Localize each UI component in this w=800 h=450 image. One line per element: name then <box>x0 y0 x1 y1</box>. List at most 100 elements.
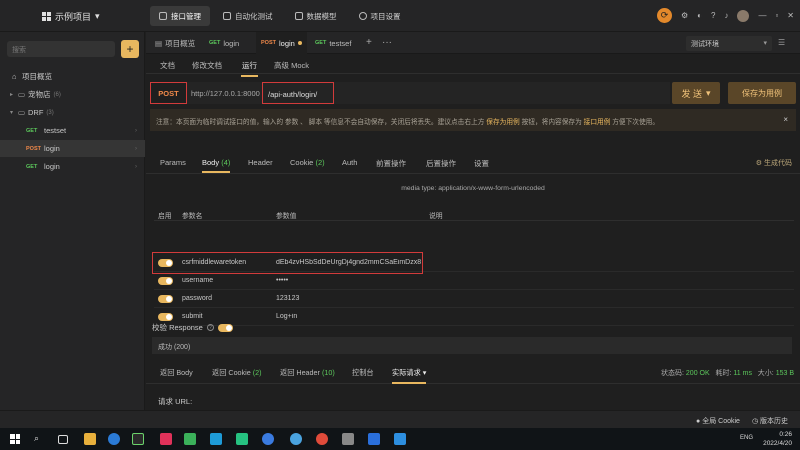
param-value[interactable]: 123123 <box>276 295 421 302</box>
generate-code-button[interactable]: ⚙ 生成代码 <box>756 158 792 168</box>
param-name[interactable]: csrfmiddlewaretoken <box>182 259 246 266</box>
enable-toggle[interactable] <box>158 277 173 285</box>
task-view-icon[interactable] <box>58 435 68 444</box>
enable-toggle[interactable] <box>158 313 173 321</box>
chevron-down-icon: ▾ <box>95 11 100 21</box>
tab-post-ops[interactable]: 后置操作 <box>426 158 456 169</box>
tab-cookie[interactable]: Cookie (2) <box>290 158 325 167</box>
sidebar-api-get-login[interactable]: GET login › <box>0 158 145 175</box>
tab-post-login[interactable]: POST login <box>256 32 307 54</box>
notification-bell-icon[interactable]: ♪ <box>724 11 728 20</box>
tab-response-cookie[interactable]: 返回 Cookie (2) <box>212 368 262 378</box>
env-menu-icon[interactable]: ☰ <box>778 38 785 47</box>
nav-project-settings[interactable]: 项目设置 <box>350 6 410 26</box>
enable-toggle[interactable] <box>158 259 173 267</box>
tab-get-login[interactable]: GET login <box>204 32 244 54</box>
param-name[interactable]: password <box>182 295 212 302</box>
maximize-icon[interactable]: ▫ <box>775 11 778 20</box>
app-icon[interactable] <box>342 433 354 445</box>
app-icon[interactable] <box>368 433 380 445</box>
tab-auth[interactable]: Auth <box>342 158 357 167</box>
subtab-run[interactable]: 运行 <box>241 60 258 77</box>
history-icon: ◷ <box>751 418 759 425</box>
sidebar-search-input[interactable]: 搜索 <box>7 41 115 57</box>
param-value[interactable]: ••••• <box>276 277 421 284</box>
url-input[interactable]: http://127.0.0.1:8000 /api-auth/login/ <box>187 82 670 104</box>
param-name[interactable]: username <box>182 277 213 284</box>
close-icon[interactable]: ✕ <box>787 11 794 20</box>
help-icon[interactable]: ? <box>711 11 715 20</box>
language-indicator[interactable]: ENG <box>740 435 753 441</box>
minimize-icon[interactable]: — <box>758 11 766 20</box>
pycharm-icon[interactable] <box>184 433 196 445</box>
more-tabs-icon[interactable]: ··· <box>382 37 392 48</box>
settings-gear-icon[interactable]: ⚙ <box>681 11 688 20</box>
nav-api-management[interactable]: 接口管理 <box>150 6 210 26</box>
system-clock[interactable]: 0:26 2022/4/20 <box>763 430 792 448</box>
url-path[interactable]: /api-auth/login/ <box>262 82 334 104</box>
tab-params[interactable]: Params <box>160 158 186 167</box>
app-icon[interactable] <box>210 433 222 445</box>
sidebar-item-overview[interactable]: ⌂ 项目概览 <box>0 68 145 85</box>
environment-select[interactable]: 测试环境 ▾ <box>686 36 772 51</box>
sync-icon[interactable]: ⟳ <box>656 8 672 23</box>
tab-pre-ops[interactable]: 前置操作 <box>376 158 406 169</box>
add-button[interactable]: + <box>121 40 139 58</box>
sidebar-folder-drf[interactable]: ▾ ▭ DRF (3) <box>0 104 145 121</box>
tab-get-testsef[interactable]: GET testsef <box>310 32 356 54</box>
search-icon[interactable]: ⌕ <box>34 433 46 445</box>
sidebar-folder-petstore[interactable]: ▸ ▭ 宠物店 (6) <box>0 86 145 103</box>
enable-toggle[interactable] <box>158 295 173 303</box>
sidebar-api-get-testset[interactable]: GET testset › <box>0 122 145 139</box>
project-selector[interactable]: 示例项目 ▾ <box>42 10 100 23</box>
tab-project-overview[interactable]: ▤ 项目概览 <box>150 32 200 54</box>
version-history-button[interactable]: ◷ 版本历史 <box>752 416 788 426</box>
send-button[interactable]: 发 送 ▾ <box>672 82 720 104</box>
subtab-doc[interactable]: 文档 <box>160 60 175 71</box>
tab-console[interactable]: 控制台 <box>352 368 374 378</box>
more-icon[interactable]: › <box>135 128 137 134</box>
terminal-icon[interactable] <box>132 433 144 445</box>
help-icon[interactable]: ? <box>206 324 214 331</box>
method-select[interactable]: POST <box>150 82 187 104</box>
notice-link-api-case[interactable]: 接口用例 <box>584 119 611 126</box>
more-icon[interactable]: › <box>135 146 137 152</box>
global-cookie-button[interactable]: ● 全局 Cookie <box>696 416 740 426</box>
nav-data-model[interactable]: 数据模型 <box>286 6 346 26</box>
response-select[interactable]: 成功 (200) <box>152 337 792 354</box>
tab-body[interactable]: Body (4) <box>202 158 231 173</box>
file-explorer-icon[interactable] <box>84 433 96 445</box>
subtab-advanced-mock[interactable]: 高级 Mock <box>274 60 309 71</box>
vscode-icon[interactable] <box>394 433 406 445</box>
param-value[interactable]: Log+in <box>276 313 421 320</box>
table-row: submit Log+in <box>154 308 794 326</box>
tab-header[interactable]: Header <box>248 158 273 167</box>
model-icon <box>294 12 303 20</box>
apifox-icon[interactable] <box>160 433 172 445</box>
param-name[interactable]: submit <box>182 313 203 320</box>
doc-subtabs: 文档 修改文档 运行 高级 Mock <box>146 54 800 77</box>
close-icon[interactable]: × <box>783 115 788 124</box>
windows-start-icon[interactable] <box>10 434 20 444</box>
notice-link-save-case[interactable]: 保存为用例 <box>486 119 519 126</box>
param-value[interactable]: dEb4zvHSbSdDeUrgDj4gnd2mmCSaEimDzx85 <box>276 259 421 266</box>
sidebar-api-post-login[interactable]: POST login › <box>0 140 145 157</box>
tab-response-body[interactable]: 返回 Body <box>160 368 193 378</box>
chrome-icon[interactable] <box>316 433 328 445</box>
tab-actual-request[interactable]: 实际请求 ▾ <box>392 368 427 384</box>
subtab-edit-doc[interactable]: 修改文档 <box>192 60 222 71</box>
app-icon[interactable] <box>262 433 274 445</box>
app-icon[interactable] <box>236 433 248 445</box>
new-tab-plus-icon[interactable]: + <box>366 37 372 48</box>
app-icon[interactable] <box>290 433 302 445</box>
nav-automation-test[interactable]: 自动化测试 <box>214 6 282 26</box>
validate-toggle[interactable] <box>217 323 233 332</box>
tab-response-header[interactable]: 返回 Header (10) <box>280 368 335 378</box>
save-as-case-button[interactable]: 保存为用例 <box>728 82 796 104</box>
more-icon[interactable]: › <box>135 164 137 170</box>
tab-settings[interactable]: 设置 <box>474 158 489 169</box>
request-tabs: Params Body (4) Header Cookie (2) Auth 前… <box>146 154 800 174</box>
theme-icon[interactable]: ◐ <box>697 11 702 20</box>
edge-browser-icon[interactable] <box>108 433 120 445</box>
avatar[interactable] <box>737 9 750 22</box>
